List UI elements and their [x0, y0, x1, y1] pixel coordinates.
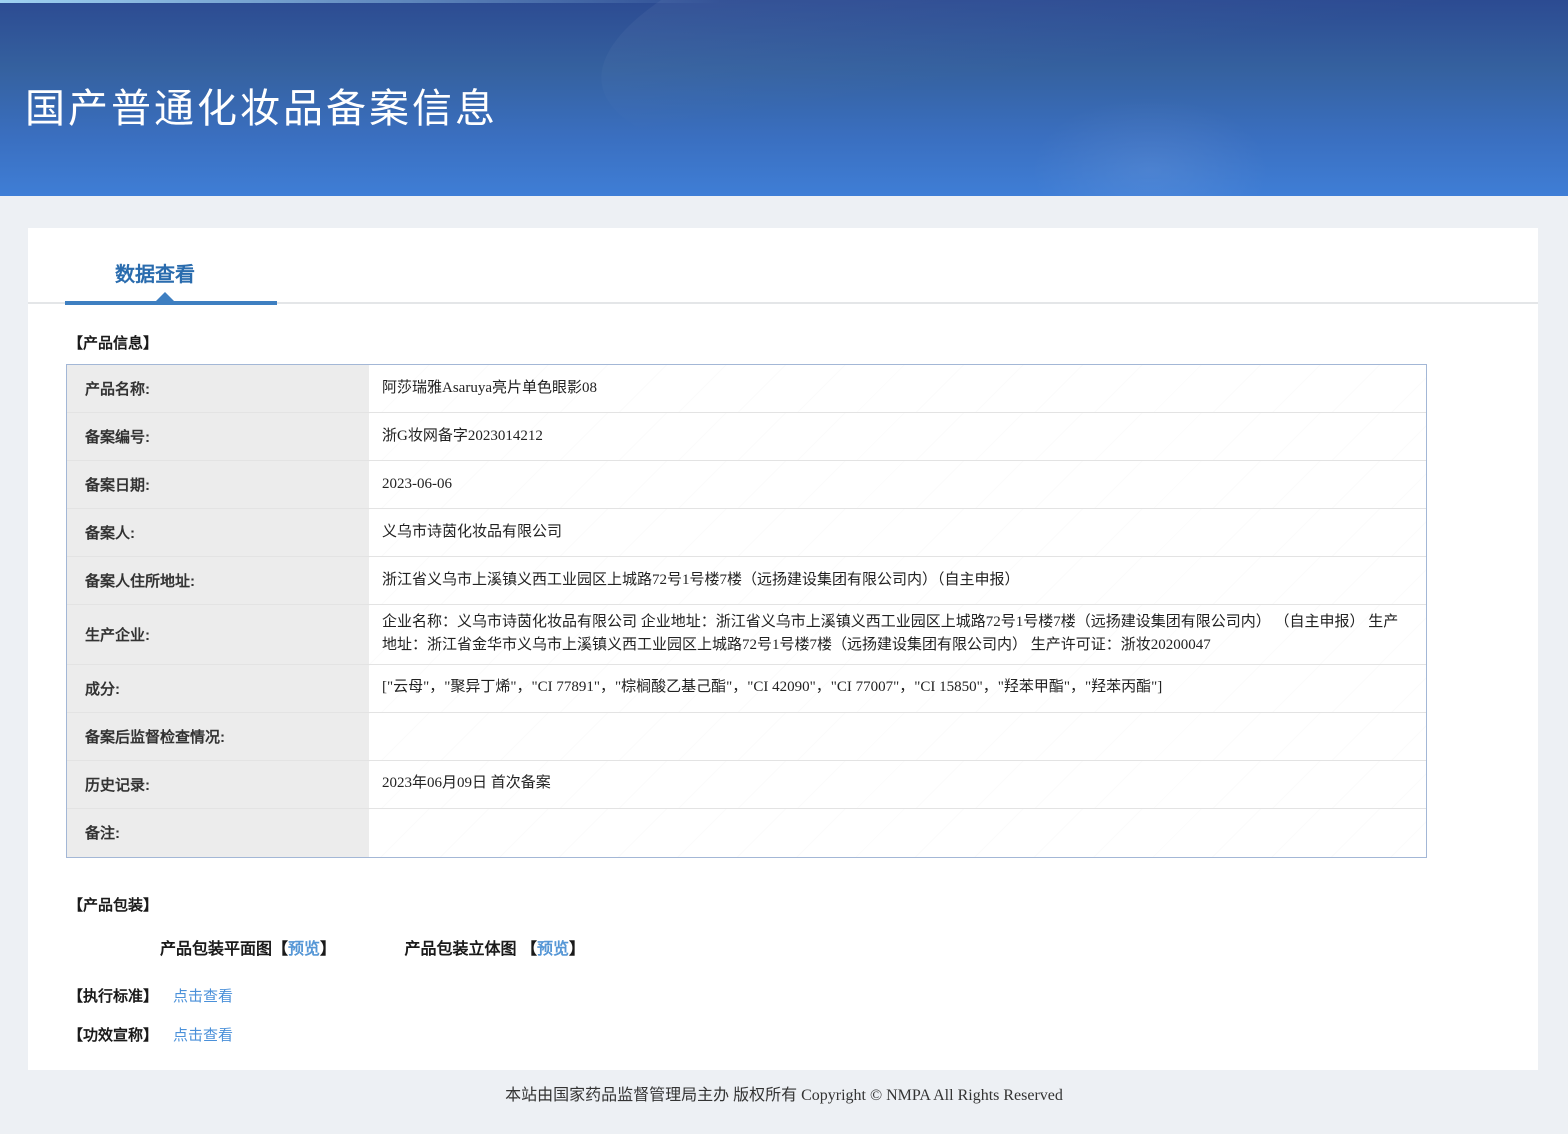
field-value	[369, 712, 1426, 760]
tab-data-view[interactable]: 数据查看	[115, 258, 195, 287]
field-value: 浙G妆网备字2023014212	[369, 413, 1426, 460]
field-value	[369, 808, 1426, 857]
table-row: 备注:	[67, 808, 1426, 857]
field-label: 产品名称:	[67, 365, 369, 412]
bracket-open: 【	[272, 940, 289, 958]
packaging-flat-group: 产品包装平面图【预览】	[160, 935, 336, 959]
bracket-open: 【	[520, 940, 537, 958]
header-decoration-glow	[1020, 90, 1280, 196]
table-row: 历史记录: 2023年06月09日 首次备案	[67, 760, 1426, 809]
field-value: 阿莎瑞雅Asaruya亮片单色眼影08	[369, 365, 1426, 412]
field-value: ["云母"，"聚异丁烯"，"CI 77891"，"棕榈酸乙基己酯"，"CI 42…	[369, 664, 1426, 712]
table-row: 产品名称: 阿莎瑞雅Asaruya亮片单色眼影08	[67, 365, 1426, 413]
field-label: 备案人住所地址:	[67, 557, 369, 604]
field-label: 历史记录:	[67, 760, 369, 808]
section-product-info-title: 【产品信息】	[68, 335, 159, 352]
table-row: 备案后监督检查情况:	[67, 712, 1426, 761]
field-label: 备案日期:	[67, 461, 369, 508]
packaging-stereo-group: 产品包装立体图 【预览】	[405, 935, 586, 959]
bracket-close: 】	[569, 940, 586, 958]
field-value: 企业名称：义乌市诗茵化妆品有限公司 企业地址：浙江省义乌市上溪镇义西工业园区上城…	[369, 605, 1426, 664]
copyright-text: 本站由国家药品监督管理局主办 版权所有 Copyright © NMPA All…	[505, 1087, 1063, 1104]
packaging-stereo-label: 产品包装立体图	[404, 940, 517, 958]
packaging-stereo-preview-link[interactable]: 预览	[537, 941, 569, 958]
header-decoration-sliver	[0, 0, 722, 3]
field-value: 2023-06-06	[369, 461, 1426, 508]
section-packaging-title: 【产品包装】	[68, 896, 159, 914]
tab-divider	[28, 292, 1538, 305]
field-label: 生产企业:	[67, 605, 369, 664]
packaging-flat-preview-link[interactable]: 预览	[288, 941, 320, 958]
field-label: 备注:	[67, 808, 369, 857]
efficacy-claim-row: 【功效宣称】 点击查看	[68, 1024, 1538, 1045]
table-row: 备案人: 义乌市诗茵化妆品有限公司	[67, 509, 1426, 557]
efficacy-claim-title: 【功效宣称】	[68, 1026, 159, 1044]
execution-standard-view-link[interactable]: 点击查看	[173, 988, 233, 1005]
table-row: 成分: ["云母"，"聚异丁烯"，"CI 77891"，"棕榈酸乙基己酯"，"C…	[67, 664, 1426, 713]
execution-standard-row: 【执行标准】 点击查看	[68, 985, 1538, 1006]
tab-caret-icon	[155, 292, 175, 302]
efficacy-claim-view-link[interactable]: 点击查看	[173, 1027, 233, 1044]
execution-standard-title: 【执行标准】	[68, 987, 159, 1005]
field-value: 浙江省义乌市上溪镇义西工业园区上城路72号1号楼7楼（远扬建设集团有限公司内）（…	[369, 557, 1426, 604]
page-header: 国产普通化妆品备案信息	[0, 0, 1568, 196]
page-footer: 本站由国家药品监督管理局主办 版权所有 Copyright © NMPA All…	[0, 1070, 1568, 1134]
field-label: 备案后监督检查情况:	[67, 712, 369, 760]
field-value: 义乌市诗茵化妆品有限公司	[369, 509, 1426, 556]
table-row: 备案人住所地址: 浙江省义乌市上溪镇义西工业园区上城路72号1号楼7楼（远扬建设…	[67, 557, 1426, 605]
field-label: 备案编号:	[67, 413, 369, 460]
product-info-table: 产品名称: 阿莎瑞雅Asaruya亮片单色眼影08 备案编号: 浙G妆网备字20…	[66, 364, 1427, 858]
field-label: 备案人:	[67, 509, 369, 556]
content-card: 数据查看 【产品信息】 产品名称: 阿莎瑞雅Asaruya亮片单色眼影08 备案…	[28, 228, 1538, 1070]
field-label: 成分:	[67, 664, 369, 712]
table-row: 备案编号: 浙G妆网备字2023014212	[67, 413, 1426, 461]
page-title: 国产普通化妆品备案信息	[25, 87, 498, 131]
table-row: 生产企业: 企业名称：义乌市诗茵化妆品有限公司 企业地址：浙江省义乌市上溪镇义西…	[67, 605, 1426, 665]
bracket-close: 】	[320, 940, 337, 958]
tab-bar: 数据查看	[28, 228, 1538, 305]
field-value: 2023年06月09日 首次备案	[369, 760, 1426, 808]
packaging-flat-label: 产品包装平面图	[160, 940, 273, 958]
packaging-previews: 产品包装平面图【预览】 产品包装立体图 【预览】	[160, 935, 1538, 959]
table-row: 备案日期: 2023-06-06	[67, 461, 1426, 509]
